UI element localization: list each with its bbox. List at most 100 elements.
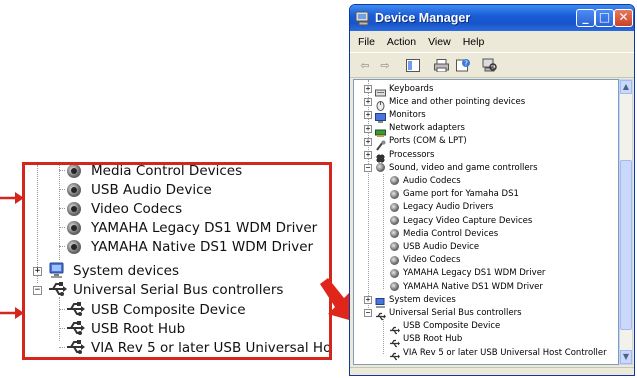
scan-hardware-icon	[482, 58, 497, 72]
expand-toggle[interactable]: +	[364, 111, 372, 120]
device-category[interactable]: System devices	[375, 293, 456, 309]
device-tree-label: USB Root Hub	[403, 334, 463, 345]
collapse-toggle[interactable]: −	[364, 309, 372, 318]
close-button[interactable]: ✕	[614, 9, 633, 27]
device-tree-item[interactable]: USB Root Hub	[389, 333, 463, 347]
zoom-row-usb-controllers[interactable]: Universal Serial Bus controllers	[47, 280, 283, 299]
device-tree-item[interactable]: Game port for Yamaha DS1	[389, 188, 519, 201]
sound-icon	[65, 219, 85, 236]
device-manager-app-icon	[355, 11, 369, 26]
scan-hardware-button[interactable]	[480, 56, 498, 74]
expand-toggle-system-devices[interactable]: +	[33, 267, 42, 276]
device-tree-item[interactable]: YAMAHA Native DS1 WDM Driver	[389, 280, 543, 293]
device-tree-label: Media Control Devices	[403, 228, 499, 239]
device-category[interactable]: Processors	[375, 148, 434, 163]
device-tree-item[interactable]: Legacy Audio Drivers	[389, 201, 493, 214]
show-hide-tree-button[interactable]	[404, 56, 422, 74]
expand-toggle[interactable]: +	[364, 124, 372, 133]
device-tree[interactable]: + Keyboards + Mice and other pointing devic…	[353, 79, 619, 365]
title-bar[interactable]: Device Manager _ □ ✕	[350, 5, 634, 31]
zoom-row-sound-item[interactable]: YAMAHA Native DS1 WDM Driver	[59, 237, 314, 256]
device-tree-label: Ports (COM & LPT)	[389, 136, 467, 147]
system-devices-icon	[375, 294, 386, 309]
sound-icon	[375, 162, 386, 173]
properties-button[interactable]: ?	[454, 56, 472, 74]
processor-icon	[375, 149, 386, 163]
zoom-row-sound-item[interactable]: Video Codecs	[59, 199, 182, 218]
menu-help[interactable]: Help	[463, 36, 485, 48]
zoom-label-system-devices: System devices	[73, 262, 180, 279]
device-manager-window: Device Manager _ □ ✕ File Action View He…	[349, 4, 635, 376]
device-tree-item[interactable]: Audio Codecs	[389, 174, 461, 187]
zoom-label-sound-item: YAMAHA Native DS1 WDM Driver	[91, 238, 314, 255]
zoom-row-sound-item[interactable]: USB Audio Device	[59, 180, 212, 199]
collapse-toggle-usb-controllers[interactable]: −	[33, 286, 42, 295]
toolbar: ⇦ ⇨ ?	[350, 52, 634, 78]
properties-icon: ?	[455, 59, 470, 72]
menu-view[interactable]: View	[428, 36, 451, 48]
device-tree-label: Audio Codecs	[403, 175, 461, 186]
tree-line	[59, 328, 65, 329]
menu-action[interactable]: Action	[387, 36, 416, 48]
forward-button[interactable]: ⇨	[376, 56, 394, 74]
expand-toggle[interactable]: +	[364, 151, 372, 159]
minimize-button[interactable]: _	[576, 9, 595, 27]
expand-toggle[interactable]: +	[364, 98, 372, 107]
maximize-button[interactable]: □	[595, 9, 614, 27]
device-tree-item[interactable]: USB Audio Device	[389, 240, 479, 253]
zoom-row-usb-item[interactable]: USB Composite Device	[59, 300, 246, 319]
device-tree-item[interactable]: VIA Rev 5 or later USB Universal Host Co…	[389, 346, 607, 361]
device-tree-label: System devices	[389, 294, 456, 305]
device-tree-item[interactable]: USB Composite Device	[389, 320, 500, 334]
zoom-row-sound-item[interactable]: Media Control Devices	[59, 165, 242, 180]
device-tree-item[interactable]: YAMAHA Legacy DS1 WDM Driver	[389, 267, 545, 280]
monitor-icon	[375, 109, 386, 124]
tree-line	[383, 174, 384, 289]
print-button[interactable]	[432, 56, 450, 74]
vertical-scrollbar[interactable]: ▲ ▼	[619, 79, 633, 365]
system-devices-icon	[49, 262, 64, 278]
zoom-row-usb-item[interactable]: VIA Rev 5 or later USB Universal Host Co…	[59, 338, 329, 357]
zoom-row-system-devices[interactable]: System devices	[47, 261, 179, 280]
sound-icon	[389, 228, 400, 239]
collapse-toggle[interactable]: −	[364, 164, 372, 173]
console-tree-icon	[406, 58, 420, 72]
device-category[interactable]: Universal Serial Bus controllers	[375, 306, 522, 321]
device-category[interactable]: Ports (COM & LPT)	[375, 135, 467, 151]
usb-icon	[389, 347, 400, 361]
scroll-thumb[interactable]	[620, 160, 632, 330]
device-category[interactable]: Monitors	[375, 108, 426, 124]
device-tree-label: Monitors	[389, 109, 426, 120]
usb-icon	[389, 321, 400, 334]
zoom-label-usb-item: USB Composite Device	[91, 301, 246, 318]
tree-line	[59, 309, 65, 310]
device-tree-item[interactable]: Video Codecs	[389, 254, 460, 267]
zoom-row-sound-item[interactable]: YAMAHA Legacy DS1 WDM Driver	[59, 218, 317, 237]
device-tree-item[interactable]: Media Control Devices	[389, 227, 498, 240]
device-tree-label: Network adapters	[389, 123, 465, 134]
zoom-row-usb-item[interactable]: USB Root Hub	[59, 319, 185, 338]
usb-icon	[389, 334, 400, 347]
expand-toggle[interactable]: +	[364, 85, 372, 93]
back-button[interactable]: ⇦	[356, 56, 374, 74]
scroll-down-button[interactable]: ▼	[620, 350, 632, 364]
device-tree-label: YAMAHA Native DS1 WDM Driver	[403, 281, 543, 292]
usb-icon	[67, 302, 85, 316]
pointer-arrow-usb-composite	[0, 307, 24, 319]
scroll-up-button[interactable]: ▲	[620, 80, 632, 94]
device-tree-item[interactable]: Legacy Video Capture Devices	[389, 214, 532, 227]
expand-toggle[interactable]: +	[364, 137, 372, 146]
window-title: Device Manager	[375, 11, 471, 25]
device-tree-label: Game port for Yamaha DS1	[403, 189, 519, 200]
menu-file[interactable]: File	[358, 36, 375, 48]
device-category[interactable]: Keyboards	[375, 82, 433, 97]
device-category[interactable]: Mice and other pointing devices	[375, 95, 525, 112]
device-category[interactable]: Sound, video and game controllers	[375, 161, 538, 174]
device-category[interactable]: Network adapters	[375, 122, 465, 137]
tree-line	[59, 347, 65, 348]
expand-toggle[interactable]: +	[364, 296, 372, 305]
chevron-down-icon: ▼	[622, 352, 630, 361]
sound-icon	[389, 189, 400, 200]
mouse-icon	[375, 96, 386, 112]
keyboard-icon	[375, 83, 386, 97]
